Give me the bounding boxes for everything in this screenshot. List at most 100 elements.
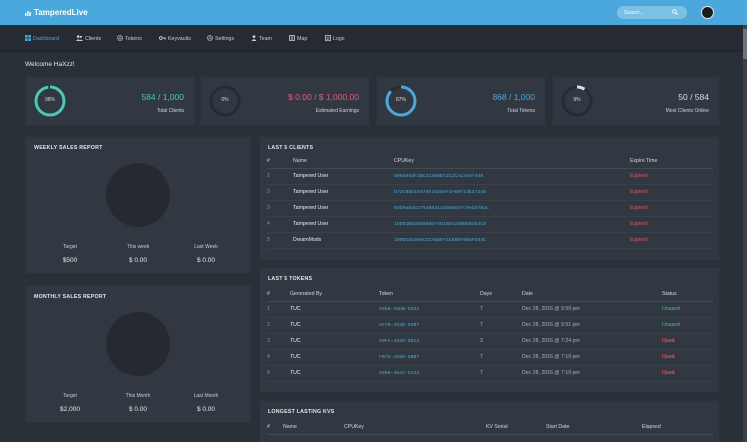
nav-item-tokens[interactable]: Tokens <box>116 34 142 42</box>
nav-item-clients[interactable]: Clients <box>76 35 101 42</box>
client-name: Tampered User <box>293 200 394 217</box>
weekly-this-week: This week $ 0.00 <box>108 244 168 264</box>
row-number: 3 <box>267 333 290 350</box>
col-header[interactable]: # <box>267 155 293 169</box>
row-number: 2 <box>267 317 290 334</box>
tokens-table: # Generated By Token Days Date Status 1T… <box>267 288 713 382</box>
table-row[interactable]: 5 DreamMods 10DDC8150ACCCAEB071EEBEF0B8FE0… <box>267 232 713 249</box>
table-row[interactable]: 5 TUC 8808-4642-8243 7 Dec 28, 2016 @ 7:19 p… <box>267 365 713 382</box>
row-number: 4 <box>267 349 290 366</box>
col-header[interactable]: # <box>267 421 283 435</box>
col-value: $ 0.00 <box>196 257 216 264</box>
nav-label: Team <box>259 36 272 42</box>
table-row[interactable]: 3 TUC 50FA-4349-85C3 3 Dec 28, 2016 @ 7:24 p… <box>267 333 713 350</box>
table-row[interactable]: 4 TUC FB75-4598-8BB7 7 Dec 28, 2016 @ 7:19 p… <box>267 349 713 366</box>
expire-status: Expired <box>630 232 713 249</box>
cpukey-link[interactable]: 03b0a6a6275a08314290a657c0ed479ac <box>394 200 630 217</box>
cpukey-link[interactable]: D065558F2BC31390B72C2CA13A6744D <box>394 168 630 185</box>
token-link[interactable]: 50FA-4349-85C3 <box>379 333 480 350</box>
nav-item-team[interactable]: Team <box>251 35 272 42</box>
col-header[interactable]: Name <box>293 155 394 169</box>
token-link[interactable]: AF7B-493B-93B7 <box>379 317 480 334</box>
token-link[interactable]: FB75-4598-8BB7 <box>379 349 480 366</box>
nav-item-keyvaults[interactable]: Keyvaults <box>158 35 191 42</box>
col-header[interactable]: Elapsed <box>642 421 713 435</box>
row-number: 2 <box>267 184 293 201</box>
col-header[interactable]: CPUKey <box>344 421 486 435</box>
client-name: Tampered User <box>293 184 394 201</box>
cpukey-link[interactable]: D72C85E16475F34284F3A69F13E47245 <box>394 184 630 201</box>
page-scrollbar[interactable] <box>743 25 747 442</box>
weekly-target: Target $500 <box>40 244 100 264</box>
col-header[interactable]: Name <box>283 421 344 435</box>
table-row[interactable]: 4 Tampered User 1DDD1B82D886BD7AD15D425BBD… <box>267 216 713 233</box>
generated-by: TUC <box>290 317 379 334</box>
search-icon[interactable] <box>672 9 678 15</box>
col-label: Last Week <box>194 244 218 250</box>
token-link[interactable]: 8808-4642-8243 <box>379 365 480 382</box>
table-header: # Name CPUKey Expire Time <box>267 155 713 169</box>
top-bar: TamperedLive <box>0 0 747 25</box>
token-status: Unused <box>662 317 713 334</box>
nav-item-map[interactable]: Map <box>289 35 307 42</box>
table-row[interactable]: 3 Tampered User 03b0a6a6275a08314290a657c0… <box>267 200 713 217</box>
panel-title: MONTHLY SALES REPORT <box>34 294 107 300</box>
col-header[interactable]: # <box>267 288 290 302</box>
client-name: DreamMods <box>293 232 394 249</box>
stat-label: Total Tokens <box>507 108 535 114</box>
table-row[interactable]: 2 Tampered User D72C85E16475F34284F3A69F13… <box>267 184 713 201</box>
nav-label: Keyvaults <box>168 36 191 42</box>
gear-icon <box>206 34 214 42</box>
generated-by: TUC <box>290 349 379 366</box>
search-box[interactable] <box>617 6 687 19</box>
col-header[interactable]: Token <box>379 288 480 302</box>
app-brand[interactable]: TamperedLive <box>25 8 88 17</box>
stat-card-online: 9% 50 / 584 Most Clients Online <box>552 76 720 126</box>
col-header[interactable]: Generated By <box>290 288 379 302</box>
col-header[interactable]: Start Date <box>546 421 642 435</box>
table-row[interactable]: 1 Tampered User D065558F2BC31390B72C2CA13A… <box>267 168 713 185</box>
table-row[interactable]: 2 TUC AF7B-493B-93B7 7 Dec 28, 2016 @ 9:51 p… <box>267 317 713 334</box>
expire-status: Expired <box>630 184 713 201</box>
search-input[interactable] <box>624 9 674 16</box>
scrollbar-thumb[interactable] <box>743 29 747 59</box>
col-header[interactable]: Expire Time <box>630 155 713 169</box>
weekly-sales-pie <box>106 163 170 227</box>
nav-item-settings[interactable]: Settings <box>206 34 234 42</box>
col-header[interactable]: KV Serial <box>486 421 546 435</box>
token-link[interactable]: 5868-45HB-8D31 <box>379 301 480 318</box>
weekly-sales-panel: WEEKLY SALES REPORT Target $500 This week… <box>25 136 251 274</box>
avatar[interactable] <box>701 6 714 19</box>
nav-label: Tokens <box>125 36 142 42</box>
col-label: Target <box>63 244 77 250</box>
table-header: # Name CPUKey KV Serial Start Date Elaps… <box>267 421 713 435</box>
col-value: $2,000 <box>60 406 80 413</box>
nav-item-logs[interactable]: Logs <box>325 34 345 42</box>
longest-kvs-panel: LONGEST LASTING KVS # Name CPUKey KV Ser… <box>259 400 720 442</box>
cpukey-link[interactable]: 1DDD1B82D886BD7AD15D425BBD83D4C8 <box>394 216 630 233</box>
col-header[interactable]: Date <box>522 288 662 302</box>
row-number: 3 <box>267 200 293 217</box>
expire-status: Expired <box>630 216 713 233</box>
stat-value: 50 / 584 <box>678 92 709 102</box>
col-value: $ 0.00 <box>128 257 148 264</box>
generated-by: TUC <box>290 365 379 382</box>
users-icon <box>76 35 83 41</box>
nav-item-dashboard[interactable]: Dashboard <box>25 35 59 42</box>
col-header[interactable]: CPUKey <box>394 155 630 169</box>
token-days: 7 <box>480 301 522 318</box>
col-header[interactable]: Days <box>480 288 522 302</box>
monthly-last-month: Last Month $ 0.00 <box>176 393 236 413</box>
stat-label: Total Clients <box>156 108 184 114</box>
col-label: This Month <box>125 393 151 399</box>
panel-title: WEEKLY SALES REPORT <box>34 145 103 151</box>
table-row[interactable]: 1 TUC 5868-45HB-8D31 7 Dec 28, 2016 @ 9:59 p… <box>267 301 713 318</box>
col-header[interactable]: Status <box>662 288 713 302</box>
cpukey-link[interactable]: 10DDC8150ACCCAEB071EEBEF0B8FE04C <box>394 232 630 249</box>
user-icon <box>251 35 257 41</box>
nav-label: Map <box>297 36 308 42</box>
kvs-table: # Name CPUKey KV Serial Start Date Elaps… <box>267 421 713 435</box>
key-icon <box>158 36 166 40</box>
token-date: Dec 28, 2016 @ 9:59 pm <box>522 301 662 318</box>
token-status: Used <box>662 333 713 350</box>
